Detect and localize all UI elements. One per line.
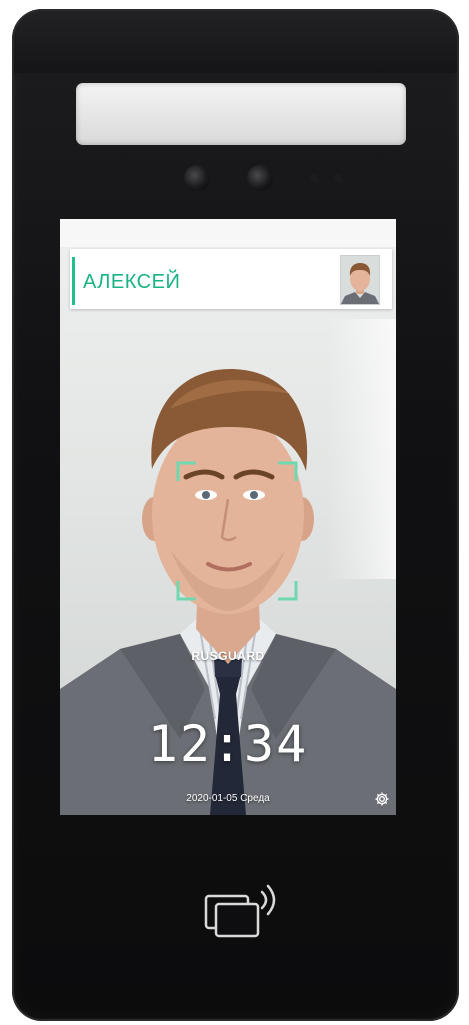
camera-lens-left — [184, 165, 210, 191]
gear-icon[interactable] — [374, 791, 390, 807]
person-thumbnail — [340, 255, 380, 305]
recognition-result-card: АЛЕКСЕЙ — [70, 249, 392, 309]
terminal-screen: АЛЕКСЕЙ RUSGUARD 12:34 2020-01-05 Среда — [60, 219, 396, 815]
nfc-card-icon — [204, 884, 276, 938]
card-accent-bar — [72, 257, 75, 305]
camera-lens-right — [247, 165, 273, 191]
clock-time: 12:34 — [147, 715, 309, 773]
sensor-dot — [334, 174, 342, 182]
sensor-dot — [310, 174, 318, 182]
brand-logo: RUSGUARD — [191, 649, 265, 663]
screen-status-strip — [60, 219, 396, 247]
device-top-bezel — [14, 11, 457, 73]
recognized-person-name: АЛЕКСЕЙ — [83, 271, 181, 293]
clock-date: 2020-01-05 Среда — [186, 793, 270, 804]
ir-light-panel — [76, 83, 406, 145]
